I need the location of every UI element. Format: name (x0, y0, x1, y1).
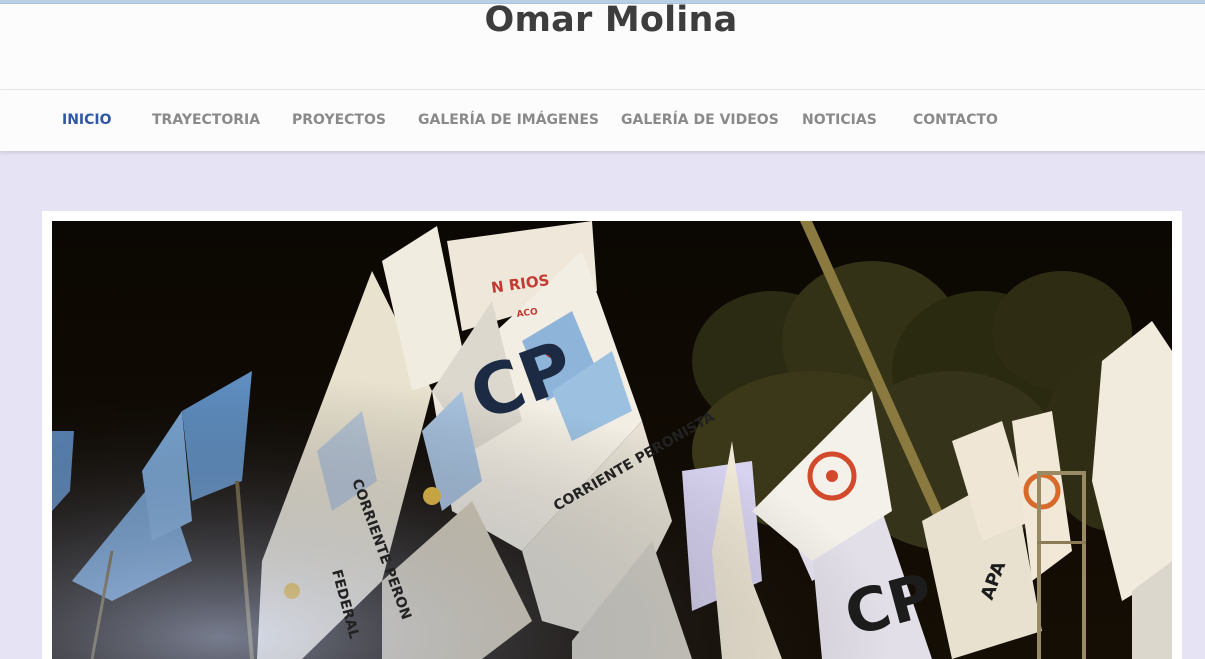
nav-item-galeria-imagenes[interactable]: GALERÍA DE IMÁGENES (418, 112, 599, 128)
hero-image-illustration: N RIOS ACO CP CORRIENTE PERONISTA CORRIE… (52, 221, 1172, 659)
site-title[interactable]: Omar Molina (0, 0, 1205, 40)
main-nav: INICIO TRAYECTORIA PROYECTOS GALERÍA DE … (0, 89, 1205, 151)
hero-image[interactable]: N RIOS ACO CP CORRIENTE PERONISTA CORRIE… (52, 221, 1172, 659)
nav-item-trayectoria[interactable]: TRAYECTORIA (152, 112, 260, 128)
nav-item-contacto[interactable]: CONTACTO (913, 112, 998, 128)
nav-item-proyectos[interactable]: PROYECTOS (292, 112, 386, 128)
site-header: Omar Molina (0, 0, 1205, 90)
nav-item-inicio[interactable]: INICIO (62, 112, 112, 128)
nav-item-noticias[interactable]: NOTICIAS (802, 112, 877, 128)
nav-item-galeria-videos[interactable]: GALERÍA DE VIDEOS (621, 112, 779, 128)
